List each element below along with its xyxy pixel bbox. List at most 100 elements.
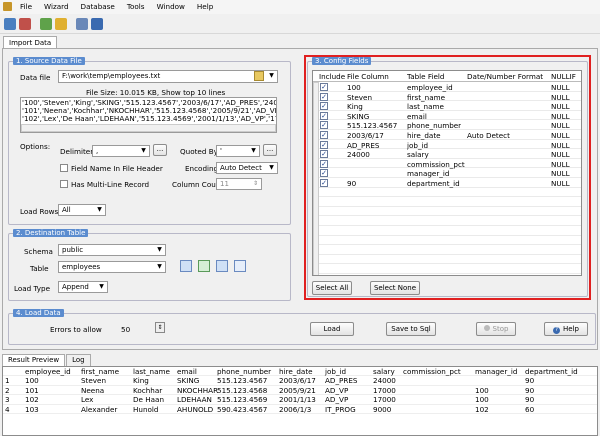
table-select[interactable]: employees ▼ <box>58 261 166 273</box>
preview-header-cell: job_id <box>325 367 347 376</box>
refresh-table-icon[interactable] <box>198 260 210 272</box>
field-name-checkbox[interactable] <box>60 164 68 172</box>
help-icon[interactable] <box>91 17 103 30</box>
table-icon[interactable] <box>40 17 52 30</box>
file-size-text: File Size: 10.015 KB, Show top 10 lines <box>86 88 226 97</box>
preview-cell: 100 <box>475 385 489 395</box>
preview-cell: Kochhar <box>133 385 163 395</box>
edit-table-icon[interactable] <box>216 260 228 272</box>
preview-cell: AHUNOLD <box>177 404 214 414</box>
multiline-label: Has Multi-Line Record <box>71 180 150 189</box>
highlight-box <box>304 55 591 300</box>
menu-help[interactable]: Help <box>197 2 213 11</box>
load-button[interactable]: Load <box>310 322 354 336</box>
tab-log[interactable]: Log <box>66 354 91 366</box>
preview-cell: 100 <box>25 376 39 386</box>
chevron-down-icon[interactable]: ▼ <box>249 147 258 155</box>
preview-cell: NKOCHHAR <box>177 385 219 395</box>
disconnect-icon[interactable] <box>19 17 31 30</box>
preview-cell: Steven <box>81 376 107 386</box>
preview-cell: 90 <box>525 385 535 395</box>
chevron-down-icon[interactable]: ▼ <box>95 206 104 214</box>
preview-cell: 101 <box>25 385 39 395</box>
preview-cell: Neena <box>81 385 105 395</box>
multiline-checkbox[interactable] <box>60 180 68 188</box>
save-to-sql-button[interactable]: Save to Sql <box>386 322 436 336</box>
preview-cell: 3 <box>5 395 10 405</box>
tools-icon[interactable] <box>76 17 88 30</box>
chevron-down-icon[interactable]: ▼ <box>139 147 148 155</box>
preview-cell: 60 <box>525 404 535 414</box>
help-icon: ? <box>553 327 561 334</box>
preview-cell: 102 <box>475 404 489 414</box>
encoding-select[interactable]: Auto Detect ▼ <box>216 162 278 174</box>
preview-cell: 515.123.4569 <box>217 395 268 405</box>
new-table-icon[interactable] <box>180 260 192 272</box>
schema-label: Schema <box>24 247 53 256</box>
preview-cell: 590.423.4567 <box>217 404 268 414</box>
preview-cell: 24000 <box>373 376 396 386</box>
delimiter-select[interactable]: , ▼ <box>92 145 150 157</box>
data-file-input[interactable]: F:\work\temp\employees.txt ▼ <box>58 70 278 83</box>
app-icon <box>3 2 12 11</box>
source-legend: 1. Source Data File <box>13 57 85 65</box>
destination-legend: 2. Destination Table <box>13 229 89 237</box>
errors-label: Errors to allow <box>50 325 102 334</box>
schema-select[interactable]: public ▼ <box>58 244 166 256</box>
horizontal-scrollbar[interactable] <box>21 124 276 132</box>
preview-cell: 2 <box>5 385 10 395</box>
preview-header-cell: email <box>177 367 197 376</box>
menu-window[interactable]: Window <box>157 2 185 11</box>
query-icon[interactable] <box>55 17 67 30</box>
preview-cell: AD_PRES <box>325 376 358 386</box>
preview-cell: 9000 <box>373 404 392 414</box>
preview-line: '102','Lex','De Haan','LDEHAAN','515.123… <box>22 114 276 123</box>
preview-cell: 515.123.4567 <box>217 376 268 386</box>
preview-cell: De Haan <box>133 395 165 405</box>
spinner-icon[interactable]: ⇕ <box>251 180 260 188</box>
table-row: 2 101 Neena Kochhar NKOCHHAR 515.123.4568 2005… <box>3 385 597 396</box>
errors-spinner-icon[interactable]: ⇕ <box>155 322 165 333</box>
preview-header-cell: last_name <box>133 367 170 376</box>
menu-database[interactable]: Database <box>81 2 115 11</box>
delimiter-more-button[interactable]: ... <box>153 144 167 156</box>
preview-cell: 90 <box>525 395 535 405</box>
preview-cell: King <box>133 376 149 386</box>
stop-button[interactable]: Stop <box>476 322 516 336</box>
result-preview-grid: employee_id first_name last_name email phone… <box>2 366 598 436</box>
menu-bar: File Wizard Database Tools Window Help <box>0 0 600 14</box>
folder-icon[interactable] <box>254 71 264 81</box>
load-type-label: Load Type <box>14 284 51 293</box>
preview-header-cell: hire_date <box>279 367 313 376</box>
delimiter-label: Delimiter <box>60 147 94 156</box>
preview-cell: Alexander <box>81 404 118 414</box>
preview-header-cell: first_name <box>81 367 120 376</box>
preview-header-cell: employee_id <box>25 367 71 376</box>
tab-result-preview[interactable]: Result Preview <box>2 354 66 366</box>
preview-cell: SKING <box>177 376 200 386</box>
chevron-down-icon[interactable]: ▼ <box>267 72 276 80</box>
quoted-by-select[interactable]: ' ▼ <box>216 145 260 157</box>
table-row: 1 100 Steven King SKING 515.123.4567 2003/6/17… <box>3 376 597 386</box>
chevron-down-icon[interactable]: ▼ <box>155 246 164 254</box>
quoted-more-button[interactable]: ... <box>263 144 277 156</box>
column-count-input[interactable]: 11 ⇕ <box>216 178 262 190</box>
quoted-by-label: Quoted By <box>180 147 218 156</box>
help-button[interactable]: ? Help <box>544 322 588 336</box>
load-rows-select[interactable]: All ▼ <box>58 204 106 216</box>
load-rows-label: Load Rows <box>20 207 59 216</box>
preview-header-cell: manager_id <box>475 367 518 376</box>
menu-wizard[interactable]: Wizard <box>44 2 69 11</box>
preview-cell: 17000 <box>373 395 396 405</box>
menu-file[interactable]: File <box>20 2 32 11</box>
chevron-down-icon[interactable]: ▼ <box>267 164 276 172</box>
preview-cell: AD_VP <box>325 395 349 405</box>
chevron-down-icon[interactable]: ▼ <box>97 283 106 291</box>
table-row: 3 102 Lex De Haan LDEHAAN 515.123.4569 2001/1/… <box>3 395 597 405</box>
view-table-icon[interactable] <box>234 260 246 272</box>
chevron-down-icon[interactable]: ▼ <box>155 263 164 271</box>
load-type-select[interactable]: Append ▼ <box>58 281 108 293</box>
menu-tools[interactable]: Tools <box>127 2 145 11</box>
preview-cell: Hunold <box>133 404 159 414</box>
connect-icon[interactable] <box>4 17 16 30</box>
